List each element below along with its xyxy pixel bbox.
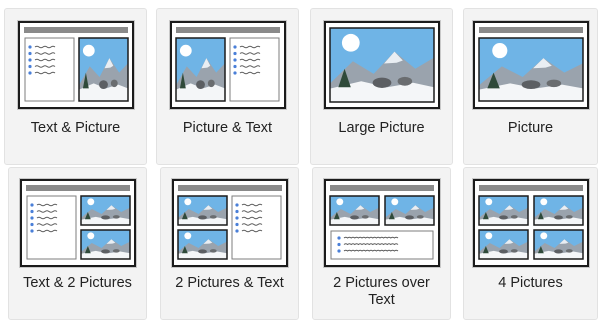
layout-label: Large Picture (338, 120, 425, 136)
layout-label: Text & 2 Pictures (23, 275, 132, 291)
mountain-picture-icon (532, 195, 584, 226)
mountain-picture-icon (176, 229, 228, 260)
picture-and-text-thumbnail-icon (169, 21, 286, 109)
picture-thumbnail-icon (472, 21, 589, 109)
mountain-picture-icon (477, 195, 529, 226)
mountain-picture-icon (77, 37, 129, 102)
text-and-picture-thumbnail-icon (17, 21, 134, 109)
layout-tile-text-and-picture[interactable]: Text & Picture (4, 8, 147, 165)
mountain-picture-icon (79, 229, 131, 260)
layout-label: Picture (507, 120, 554, 136)
mountain-picture-icon (477, 229, 529, 260)
mountain-picture-icon (174, 37, 226, 102)
mountain-picture-icon (176, 195, 228, 226)
mountain-picture-icon (328, 27, 435, 103)
layout-tile-picture-and-text[interactable]: Picture & Text (156, 8, 299, 165)
mountain-picture-icon (532, 229, 584, 260)
2-pictures-and-text-thumbnail-icon (171, 179, 288, 267)
mountain-picture-icon (477, 37, 584, 102)
4-pictures-thumbnail-icon (472, 179, 589, 267)
layout-grid: Text & Picture Picture & Text Large Pict… (0, 0, 598, 320)
layout-tile-picture[interactable]: Picture (463, 8, 598, 165)
layout-label: Picture & Text (182, 120, 273, 136)
mountain-picture-icon (328, 195, 380, 226)
layout-tile-text-and-2-pictures[interactable]: Text & 2 Pictures (8, 167, 147, 320)
layout-label: 4 Pictures (498, 275, 563, 291)
layout-tile-2-pictures-and-text[interactable]: 2 Pictures & Text (160, 167, 299, 320)
mountain-picture-icon (383, 195, 435, 226)
layout-label: 2 Pictures & Text (175, 275, 284, 291)
layout-label: Text & Picture (30, 120, 121, 136)
text-and-2-pictures-thumbnail-icon (19, 179, 136, 267)
large-picture-thumbnail-icon (323, 21, 440, 109)
layout-tile-4-pictures[interactable]: 4 Pictures (463, 167, 598, 320)
layout-label: 2 Pictures over Text (333, 275, 430, 308)
2-pictures-over-text-thumbnail-icon (323, 179, 440, 267)
mountain-picture-icon (79, 195, 131, 226)
layout-tile-large-picture[interactable]: Large Picture (310, 8, 453, 165)
layout-tile-2-pictures-over-text[interactable]: 2 Pictures over Text (312, 167, 451, 320)
